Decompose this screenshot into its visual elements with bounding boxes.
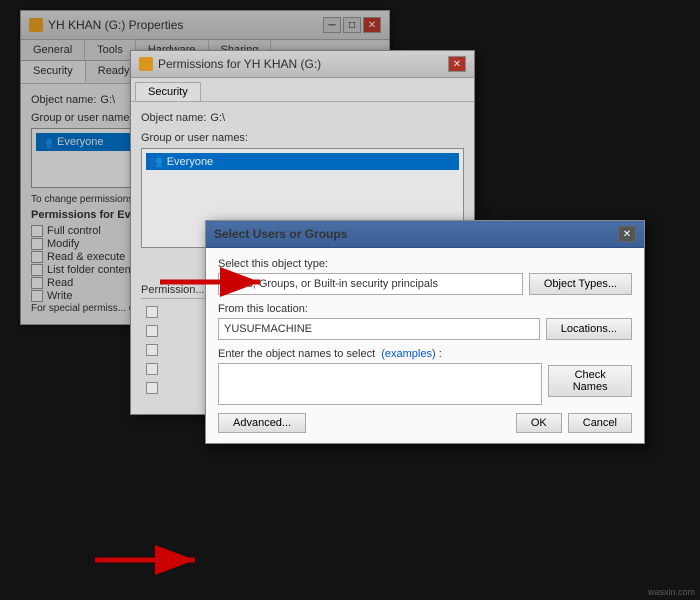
examples-link[interactable]: (examples) [381,348,435,360]
location-display: YUSUFMACHINE [218,318,540,340]
select-title-controls: ✕ [618,226,636,242]
obj-type-input-row: Users, Groups, or Built-in security prin… [218,273,632,295]
select-bottom-row: Advanced... OK Cancel [218,413,632,433]
ok-button[interactable]: OK [516,413,562,433]
select-dialog-title-text: Select Users or Groups [214,227,347,241]
locations-button[interactable]: Locations... [546,318,632,340]
obj-type-row: Select this object type: Users, Groups, … [218,258,632,295]
enter-names-label: Enter the object names to select (exampl… [218,348,632,360]
enter-names-text: Enter the object names to select [218,348,375,360]
ok-cancel-group: OK Cancel [516,413,632,433]
names-input[interactable] [218,363,542,405]
location-row: From this location: YUSUFMACHINE Locatio… [218,303,632,340]
cancel-button[interactable]: Cancel [568,413,632,433]
enter-names-input-row: Check Names [218,363,632,405]
location-input-row: YUSUFMACHINE Locations... [218,318,632,340]
select-users-dialog: Select Users or Groups ✕ Select this obj… [205,220,645,444]
obj-type-label: Select this object type: [218,258,632,270]
advanced-button[interactable]: Advanced... [218,413,306,433]
colon: : [439,348,442,360]
select-close-button[interactable]: ✕ [618,226,636,242]
select-title-left: Select Users or Groups [214,227,347,241]
obj-type-display: Users, Groups, or Built-in security prin… [218,273,523,295]
check-names-button[interactable]: Check Names [548,365,632,397]
location-label: From this location: [218,303,632,315]
select-dialog-title-bar: Select Users or Groups ✕ [206,221,644,248]
object-types-button[interactable]: Object Types... [529,273,632,295]
enter-names-row: Enter the object names to select (exampl… [218,348,632,405]
select-content: Select this object type: Users, Groups, … [206,248,644,443]
